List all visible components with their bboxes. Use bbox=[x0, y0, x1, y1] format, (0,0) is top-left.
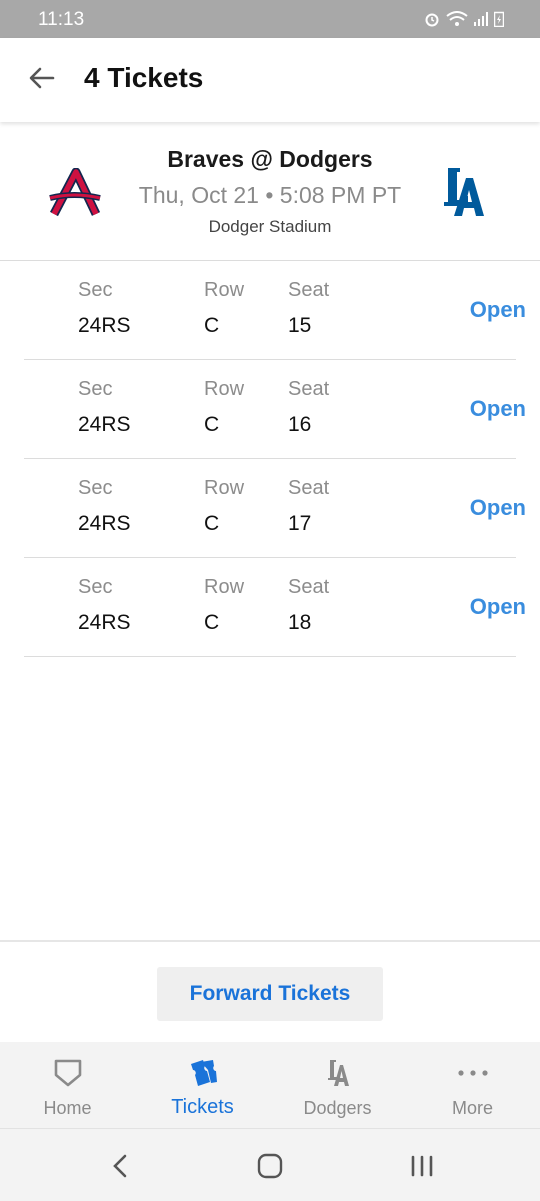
row-value: C bbox=[204, 314, 220, 337]
seat-column: Seat 16 bbox=[288, 378, 329, 437]
bottom-nav: Home Tickets Dodgers More bbox=[0, 1042, 540, 1128]
seat-value: 17 bbox=[288, 512, 312, 535]
row-label: Row bbox=[204, 477, 245, 499]
recents-lines-icon bbox=[411, 1155, 433, 1177]
event-summary: Braves @ Dodgers Thu, Oct 21 • 5:08 PM P… bbox=[0, 124, 540, 261]
nav-label-dodgers: Dodgers bbox=[303, 1098, 372, 1118]
battery-icon bbox=[494, 11, 504, 27]
row-column: Row C bbox=[204, 378, 244, 437]
section-value: 24RS bbox=[78, 611, 131, 634]
seat-column: Seat 17 bbox=[288, 477, 329, 536]
alarm-icon bbox=[425, 13, 439, 27]
row-value: C bbox=[204, 413, 220, 436]
home-plate-icon bbox=[54, 1059, 81, 1087]
section-column: Sec 24RS bbox=[78, 576, 131, 635]
system-nav-bar bbox=[0, 1128, 540, 1201]
back-button[interactable] bbox=[22, 58, 62, 98]
seat-label: Seat bbox=[288, 477, 330, 499]
section-value: 24RS bbox=[78, 512, 131, 535]
ticket-row: Sec 24RS Row C Seat 15 Open bbox=[24, 261, 526, 360]
row-column: Row C bbox=[204, 279, 244, 338]
wifi-icon bbox=[446, 11, 468, 26]
row-column: Row C bbox=[204, 477, 244, 536]
ticket-row: Sec 24RS Row C Seat 16 Open bbox=[24, 360, 526, 459]
system-back-button[interactable] bbox=[100, 1149, 140, 1183]
section-label: Sec bbox=[78, 378, 113, 400]
system-recents-button[interactable] bbox=[402, 1149, 442, 1183]
row-label: Row bbox=[204, 279, 245, 301]
arrow-left-icon bbox=[29, 67, 55, 89]
seat-label: Seat bbox=[288, 576, 330, 598]
row-label: Row bbox=[204, 378, 245, 400]
open-ticket-link[interactable]: Open bbox=[470, 495, 526, 521]
nav-item-home[interactable]: Home bbox=[0, 1042, 135, 1128]
signal-icon bbox=[474, 12, 488, 26]
app-header: 4 Tickets bbox=[0, 38, 540, 122]
rounded-square-icon bbox=[257, 1153, 283, 1179]
forward-area: Forward Tickets bbox=[0, 940, 540, 1044]
open-ticket-link[interactable]: Open bbox=[470, 396, 526, 422]
open-ticket-link[interactable]: Open bbox=[470, 297, 526, 323]
seat-value: 15 bbox=[288, 314, 312, 337]
section-value: 24RS bbox=[78, 314, 131, 337]
seat-label: Seat bbox=[288, 279, 330, 301]
more-dots-icon bbox=[457, 1070, 488, 1076]
row-column: Row C bbox=[204, 576, 244, 635]
seat-value: 16 bbox=[288, 413, 312, 436]
seat-column: Seat 15 bbox=[288, 279, 329, 338]
nav-label-more: More bbox=[451, 1098, 493, 1118]
ticket-row: Sec 24RS Row C Seat 18 Open bbox=[24, 558, 526, 657]
dodgers-logo bbox=[444, 168, 484, 216]
system-home-button[interactable] bbox=[250, 1149, 290, 1183]
section-column: Sec 24RS bbox=[78, 378, 131, 437]
section-column: Sec 24RS bbox=[78, 279, 131, 338]
section-label: Sec bbox=[78, 477, 113, 499]
event-venue: Dodger Stadium bbox=[208, 217, 332, 236]
seat-column: Seat 18 bbox=[288, 576, 329, 635]
section-value: 24RS bbox=[78, 413, 131, 436]
section-label: Sec bbox=[78, 279, 113, 301]
forward-tickets-button[interactable]: Forward Tickets bbox=[157, 967, 383, 1021]
status-bar: 11:13 bbox=[0, 0, 540, 38]
row-label: Row bbox=[204, 576, 245, 598]
ticket-row: Sec 24RS Row C Seat 17 Open bbox=[24, 459, 526, 558]
seat-value: 18 bbox=[288, 611, 312, 634]
status-time: 11:13 bbox=[38, 9, 85, 30]
status-icons bbox=[424, 11, 504, 27]
dodgers-logo-icon bbox=[327, 1060, 349, 1086]
chevron-left-icon bbox=[113, 1154, 127, 1178]
section-label: Sec bbox=[78, 576, 113, 598]
nav-label-tickets: Tickets bbox=[171, 1096, 234, 1118]
nav-item-more[interactable]: More bbox=[405, 1042, 540, 1128]
row-value: C bbox=[204, 512, 220, 535]
section-column: Sec 24RS bbox=[78, 477, 131, 536]
seat-label: Seat bbox=[288, 378, 330, 400]
page-title: 4 Tickets bbox=[84, 62, 204, 93]
nav-item-tickets[interactable]: Tickets bbox=[135, 1042, 270, 1128]
nav-label-home: Home bbox=[43, 1098, 92, 1118]
row-value: C bbox=[204, 611, 220, 634]
ticket-list: Sec 24RS Row C Seat 15 Open Sec 24RS Row… bbox=[0, 261, 540, 657]
tickets-icon bbox=[190, 1060, 217, 1086]
nav-item-dodgers[interactable]: Dodgers bbox=[270, 1042, 405, 1128]
open-ticket-link[interactable]: Open bbox=[470, 594, 526, 620]
